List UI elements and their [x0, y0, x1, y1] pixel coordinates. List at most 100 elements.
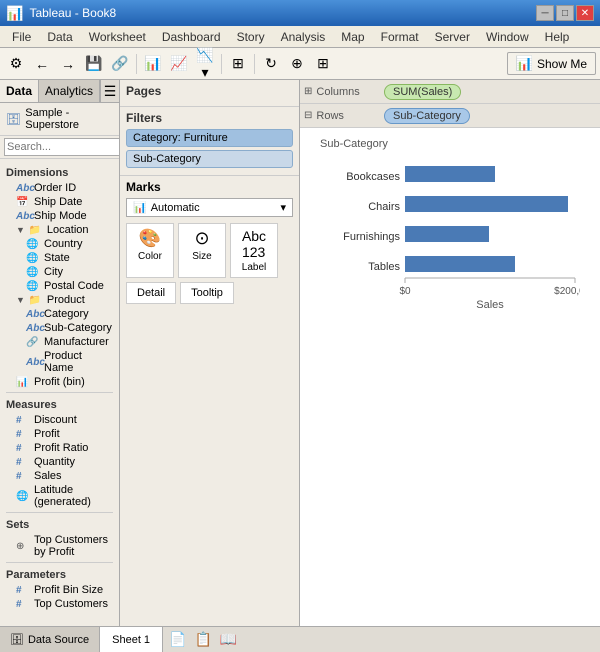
size-label: Size: [192, 251, 211, 262]
field-state[interactable]: 🌐 State: [0, 251, 119, 265]
field-postal-code[interactable]: 🌐 Postal Code: [0, 279, 119, 293]
field-label: Product Name: [44, 350, 113, 374]
toolbar-refresh[interactable]: ↻: [259, 52, 283, 76]
maximize-button[interactable]: □: [556, 5, 574, 21]
filter-category[interactable]: Category: Furniture: [126, 129, 293, 147]
field-profit[interactable]: # Profit: [0, 427, 119, 441]
data-source-name: Sample - Superstore: [25, 107, 113, 131]
sheet-tabs: 🗄 Data Source Sheet 1: [0, 627, 163, 652]
field-product-group[interactable]: ▼ 📁 Product: [0, 293, 119, 307]
data-source-tab[interactable]: 🗄 Data Source: [0, 627, 100, 652]
geo-icon: 🌐: [26, 267, 40, 278]
field-location-group[interactable]: ▼ 📁 Location: [0, 223, 119, 237]
toolbar-chart2[interactable]: 📈: [167, 52, 191, 76]
marks-detail-button[interactable]: Detail: [126, 282, 176, 304]
field-ship-mode[interactable]: Abc Ship Mode: [0, 209, 119, 223]
tab-data[interactable]: Data: [0, 80, 39, 102]
field-order-id[interactable]: Abc Order ID: [0, 181, 119, 195]
field-top-customers-param[interactable]: # Top Customers: [0, 597, 119, 611]
database-icon: 🗄: [6, 112, 21, 126]
field-label: City: [44, 266, 63, 278]
marks-color-button[interactable]: 🎨 Color: [126, 223, 174, 278]
tab-analytics[interactable]: Analytics: [39, 80, 100, 102]
bar-furnishings: [405, 226, 489, 242]
menu-map[interactable]: Map: [333, 28, 372, 46]
field-latitude[interactable]: 🌐 Latitude (generated): [0, 483, 119, 509]
field-city[interactable]: 🌐 City: [0, 265, 119, 279]
field-ship-date[interactable]: 📅 Ship Date: [0, 195, 119, 209]
rows-sub-category[interactable]: Sub-Category: [384, 108, 470, 124]
toolbar-connect[interactable]: 🔗: [108, 52, 132, 76]
menu-data[interactable]: Data: [39, 28, 80, 46]
field-profit-bin[interactable]: 📊 Profit (bin): [0, 375, 119, 389]
field-discount[interactable]: # Discount: [0, 413, 119, 427]
menu-window[interactable]: Window: [478, 28, 537, 46]
menu-story[interactable]: Story: [229, 28, 273, 46]
abc-icon: Abc: [16, 183, 30, 194]
field-label: Ship Date: [34, 196, 82, 208]
color-icon: 🎨: [139, 228, 161, 249]
parameters-header: Parameters: [0, 567, 119, 583]
toolbar-chart1[interactable]: 📊: [141, 52, 165, 76]
field-quantity[interactable]: # Quantity: [0, 455, 119, 469]
toolbar-filter[interactable]: ⊞: [226, 52, 250, 76]
field-top-customers-set[interactable]: ⊕ Top Customers by Profit: [0, 533, 119, 559]
toolbar-forward[interactable]: →: [56, 52, 80, 76]
new-sheet-icon[interactable]: 📄: [167, 629, 188, 650]
rows-shelf-label: ⊟ Rows: [304, 110, 384, 122]
sub-category-label: Sub-Category: [320, 138, 580, 150]
field-label: Location: [47, 224, 89, 236]
field-manufacturer[interactable]: 🔗 Manufacturer: [0, 335, 119, 349]
field-label: Sales: [34, 470, 62, 482]
marks-type-dropdown[interactable]: 📊 Automatic ▾: [126, 198, 293, 217]
menu-server[interactable]: Server: [427, 28, 478, 46]
menu-dashboard[interactable]: Dashboard: [154, 28, 229, 46]
menu-analysis[interactable]: Analysis: [273, 28, 334, 46]
field-label: Profit: [34, 428, 60, 440]
hash-icon: #: [16, 599, 30, 610]
marks-size-button[interactable]: ⊙ Size: [178, 223, 226, 278]
menu-format[interactable]: Format: [373, 28, 427, 46]
field-product-name[interactable]: Abc Product Name: [0, 349, 119, 375]
toolbar-save[interactable]: 💾: [82, 52, 106, 76]
fields-container: Dimensions Abc Order ID 📅 Ship Date Abc …: [0, 159, 119, 626]
menu-help[interactable]: Help: [537, 28, 578, 46]
marks-icons-row: 🎨 Color ⊙ Size Abc123 Label: [126, 223, 293, 278]
set-icon: ⊕: [16, 541, 30, 552]
data-source-selector[interactable]: 🗄 Sample - Superstore: [0, 103, 119, 136]
menu-worksheet[interactable]: Worksheet: [81, 28, 154, 46]
marks-label-button[interactable]: Abc123 Label: [230, 223, 278, 278]
sheet-tab-label: Sheet 1: [112, 634, 150, 646]
columns-sum-sales[interactable]: SUM(Sales): [384, 84, 461, 100]
field-country[interactable]: 🌐 Country: [0, 237, 119, 251]
app-icon: 📊: [6, 5, 23, 22]
search-input[interactable]: [4, 138, 120, 156]
field-label: Profit Bin Size: [34, 584, 103, 596]
sheet1-tab[interactable]: Sheet 1: [100, 627, 163, 652]
toolbar-new[interactable]: ⚙: [4, 52, 28, 76]
panel-menu-button[interactable]: ☰: [100, 80, 119, 102]
new-story-icon[interactable]: 📖: [218, 629, 239, 650]
close-button[interactable]: ✕: [576, 5, 594, 21]
marks-tooltip-button[interactable]: Tooltip: [180, 282, 234, 304]
toolbar-back[interactable]: ←: [30, 52, 54, 76]
toolbar-view[interactable]: ⊞: [311, 52, 335, 76]
abc-icon: Abc: [26, 357, 40, 368]
field-sales[interactable]: # Sales: [0, 469, 119, 483]
toolbar-action[interactable]: ⊕: [285, 52, 309, 76]
new-dashboard-icon[interactable]: 📋: [192, 629, 213, 650]
minimize-button[interactable]: ─: [536, 5, 554, 21]
menu-file[interactable]: File: [4, 28, 39, 46]
abc-icon: Abc: [16, 211, 30, 222]
bar-chart-svg: Bookcases Chairs Furnishings Tables: [330, 158, 580, 308]
field-profit-bin-size[interactable]: # Profit Bin Size: [0, 583, 119, 597]
filter-sub-category[interactable]: Sub-Category: [126, 150, 293, 168]
field-category[interactable]: Abc Category: [0, 307, 119, 321]
show-me-button[interactable]: 📊 Show Me: [507, 52, 596, 75]
field-profit-ratio[interactable]: # Profit Ratio: [0, 441, 119, 455]
toolbar-chart3[interactable]: 📉▾: [193, 52, 217, 76]
columns-shelf-label: ⊞ Columns: [304, 86, 384, 98]
field-sub-category[interactable]: Abc Sub-Category: [0, 321, 119, 335]
geo-icon: 🌐: [26, 239, 40, 250]
rows-label: Rows: [316, 110, 344, 122]
